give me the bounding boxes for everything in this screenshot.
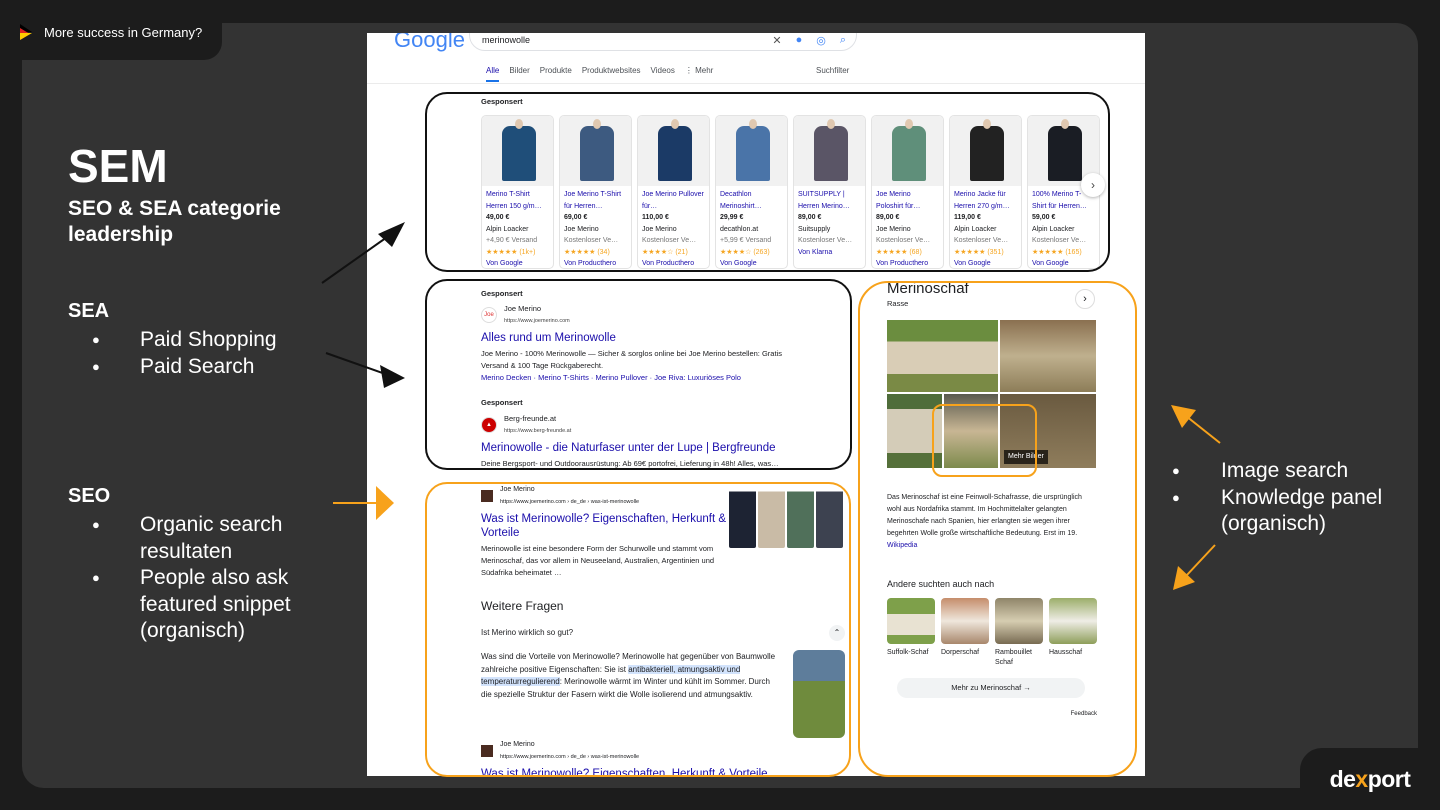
dexport-logo: de x port [1300, 748, 1440, 810]
flag-icon [20, 24, 32, 40]
top-badge[interactable]: More success in Germany? [20, 24, 202, 40]
arrow-head [380, 365, 405, 388]
top-badge-label: More success in Germany? [44, 24, 203, 40]
arrow-head [378, 222, 405, 247]
arrow-line [1185, 544, 1216, 577]
arrow-head [376, 486, 394, 520]
arrow-line [1185, 415, 1221, 444]
annotation-arrows [321, 222, 1221, 590]
arrow-line [325, 352, 389, 376]
arrow-head [1171, 405, 1196, 428]
arrow-line [321, 234, 391, 284]
